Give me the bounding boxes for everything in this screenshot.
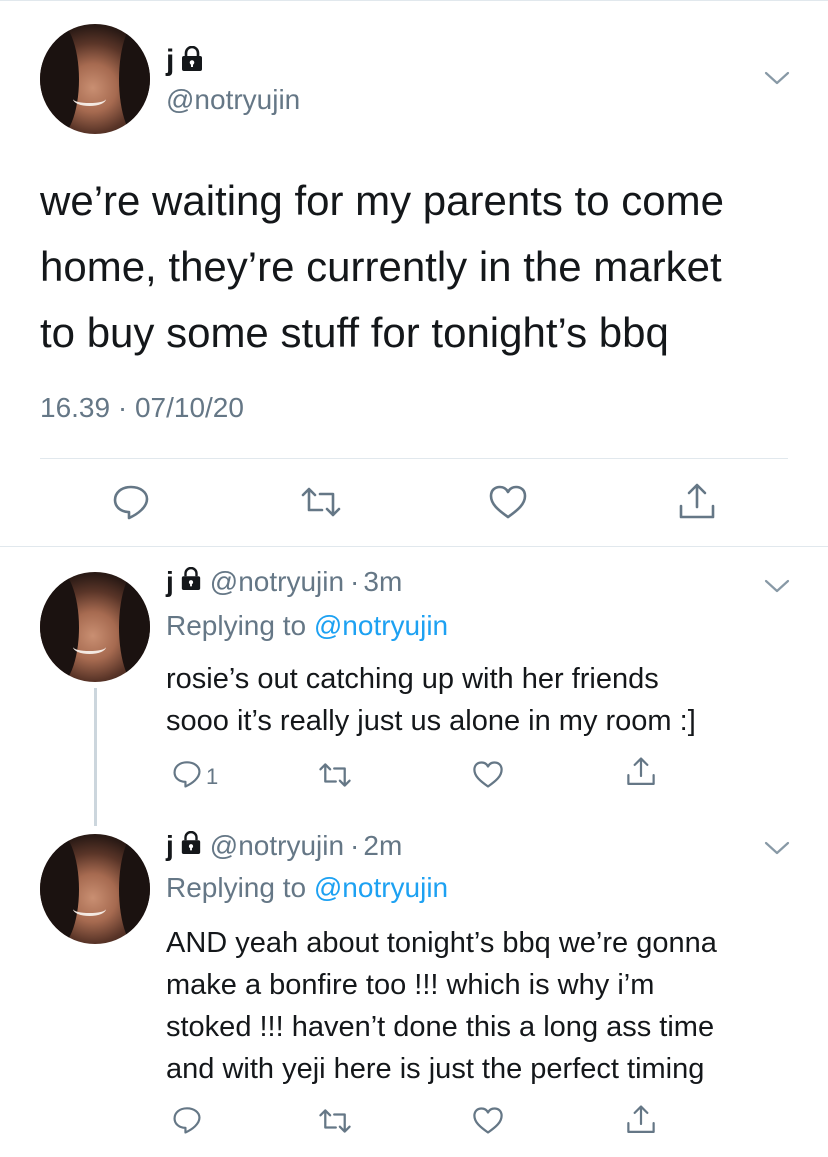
replying-to-link[interactable]: @notryujin xyxy=(314,872,448,903)
chevron-down-icon[interactable] xyxy=(764,840,790,861)
share-button[interactable] xyxy=(678,482,716,527)
chevron-down-icon[interactable] xyxy=(764,578,790,599)
author-name: j xyxy=(166,566,174,597)
author-handle[interactable]: @notryujin xyxy=(166,84,300,116)
divider xyxy=(0,546,828,547)
reply-text-line: sooo it’s really just us alone in my roo… xyxy=(166,705,696,737)
meta-separator: · xyxy=(350,830,360,861)
lock-icon xyxy=(180,830,202,862)
replying-prefix: Replying to xyxy=(166,872,307,903)
reply-text: AND yeah about tonight’s bbq we’re gonna… xyxy=(166,922,806,1090)
reply-header[interactable]: j @notryujin · 3m xyxy=(166,566,402,598)
replying-to-link[interactable]: @notryujin xyxy=(314,610,448,641)
author-name: j xyxy=(166,44,175,77)
meta-separator: · xyxy=(350,566,360,597)
reply-button[interactable] xyxy=(112,484,150,525)
tweet-text: we’re waiting for my parents to come hom… xyxy=(40,168,800,366)
reply-count: 1 xyxy=(206,763,219,789)
replying-prefix: Replying to xyxy=(166,610,307,641)
avatar[interactable] xyxy=(40,572,150,682)
replying-to: Replying to @notryujin xyxy=(166,610,448,642)
avatar[interactable] xyxy=(40,24,150,134)
avatar[interactable] xyxy=(40,834,150,944)
share-icon xyxy=(678,482,716,527)
tweet-text-line: to buy some stuff for tonight’s bbq xyxy=(40,309,669,356)
reply-button[interactable]: 1 xyxy=(172,760,218,793)
heart-icon xyxy=(488,484,528,525)
reply-text-line: and with yeji here is just the perfect t… xyxy=(166,1053,705,1085)
like-button[interactable] xyxy=(488,484,528,525)
reply-icon xyxy=(172,760,202,793)
retweet-button[interactable] xyxy=(318,762,352,793)
retweet-icon xyxy=(318,1108,352,1139)
retweet-button[interactable] xyxy=(318,1108,352,1139)
tweet-text-line: home, they’re currently in the market xyxy=(40,243,722,290)
share-button[interactable] xyxy=(626,1104,656,1141)
share-icon xyxy=(626,756,656,793)
tweet-timestamp[interactable]: 16.39 · 07/10/20 xyxy=(40,392,244,424)
share-button[interactable] xyxy=(626,756,656,793)
lock-icon xyxy=(180,566,202,598)
author-name-row[interactable]: j xyxy=(166,44,204,78)
reply-time: 2m xyxy=(363,830,403,861)
lock-icon xyxy=(180,45,204,77)
tweet-text-line: we’re waiting for my parents to come xyxy=(40,177,724,224)
reply-text-line: make a bonfire too !!! which is why i’m xyxy=(166,969,655,1001)
thread-line xyxy=(94,688,97,826)
retweet-button[interactable] xyxy=(300,486,342,523)
divider xyxy=(40,458,788,459)
reply-time: 3m xyxy=(363,566,403,597)
like-button[interactable] xyxy=(472,1106,504,1140)
top-divider xyxy=(0,0,828,1)
retweet-icon xyxy=(318,762,352,793)
reply-text-line: rosie’s out catching up with her friends xyxy=(166,663,659,695)
chevron-down-icon[interactable] xyxy=(764,70,790,91)
retweet-icon xyxy=(300,486,342,523)
reply-text: rosie’s out catching up with her friends… xyxy=(166,658,806,742)
heart-icon xyxy=(472,760,504,794)
share-icon xyxy=(626,1104,656,1141)
author-name: j xyxy=(166,830,174,861)
reply-icon xyxy=(112,484,150,525)
reply-text-line: AND yeah about tonight’s bbq we’re gonna xyxy=(166,927,717,959)
reply-button[interactable] xyxy=(172,1106,202,1139)
author-handle: @notryujin xyxy=(209,830,345,861)
reply-icon xyxy=(172,1106,202,1139)
heart-icon xyxy=(472,1106,504,1140)
reply-text-line: stoked !!! haven’t done this a long ass … xyxy=(166,1011,715,1043)
replying-to: Replying to @notryujin xyxy=(166,872,448,904)
like-button[interactable] xyxy=(472,760,504,794)
author-handle: @notryujin xyxy=(209,566,345,597)
reply-header[interactable]: j @notryujin · 2m xyxy=(166,830,402,862)
